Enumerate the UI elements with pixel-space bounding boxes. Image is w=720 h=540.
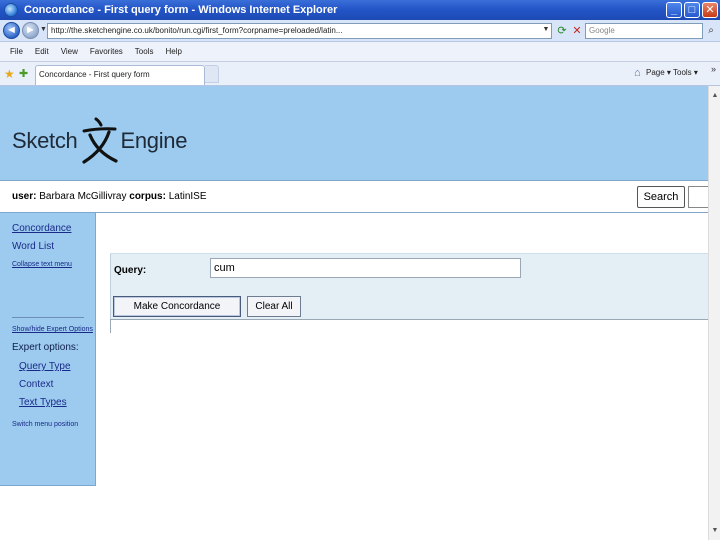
favorites-star-icon[interactable]: ★ [4,67,15,81]
show-hide-expert-options-link[interactable]: Show/hide Expert Options [12,326,93,333]
scroll-up-arrow-icon[interactable]: ▲ [710,91,720,101]
switch-menu-position-link[interactable]: Switch menu position [12,421,78,428]
sidebar-item-query-type[interactable]: Query Type [19,361,71,372]
new-tab-button[interactable] [205,65,219,83]
sidebar-item-text-types[interactable]: Text Types [19,397,67,408]
logo-word-engine: Engine [120,128,188,153]
sidebar-item-concordance[interactable]: Concordance [12,223,71,234]
corpus-label: corpus: [129,191,166,202]
query-label: Query: [114,265,147,276]
sketch-engine-header: Sketch Engine [0,86,708,180]
recent-pages-dropdown-icon[interactable]: ▼ [40,26,47,33]
menu-view[interactable]: View [61,47,78,56]
window-title: Concordance - First query form - Windows… [24,4,338,16]
menu-tools[interactable]: Tools [135,47,154,56]
sidebar-divider [12,317,84,318]
minimize-button[interactable]: _ [666,2,682,18]
collapse-text-menu-link[interactable]: Collapse text menu [12,261,72,268]
back-arrow-icon[interactable]: ◄ [3,22,20,39]
stop-icon[interactable]: ✕ [570,24,584,38]
logo-word-sketch: Sketch [12,128,78,153]
sketch-engine-logo[interactable]: Sketch Engine [12,116,187,166]
sidebar: Concordance Word List Collapse text menu… [0,213,96,486]
tab-bar: ★ ✚ Concordance - First query form ⌂ Pag… [0,62,720,86]
menu-edit[interactable]: Edit [35,47,49,56]
maximize-button[interactable]: □ [684,2,700,18]
internet-explorer-icon [4,3,18,17]
form-left-border [110,254,111,320]
menu-help[interactable]: Help [165,47,181,56]
window-title-bar[interactable]: Concordance - First query form - Windows… [0,0,720,20]
tab-concordance[interactable]: Concordance - First query form [35,65,205,85]
more-tools-chevron-icon[interactable]: » [711,64,716,74]
scroll-down-arrow-icon[interactable]: ▼ [710,526,720,536]
browser-search-input[interactable]: Google [585,23,703,39]
query-input[interactable] [210,258,521,278]
address-toolbar: ◄ ► ▼ http://the.sketchengine.co.uk/boni… [0,20,720,42]
page-viewport: Sketch Engine user: Barbara McGillivray … [0,86,708,540]
user-name: Barbara McGillivray [39,191,127,202]
forward-arrow-icon[interactable]: ► [22,22,39,39]
corpus-name: LatinISE [168,191,207,202]
user-corpus-info: user: Barbara McGillivray corpus: LatinI… [12,191,207,202]
menu-file[interactable]: File [10,47,23,56]
clear-all-button[interactable]: Clear All [247,296,301,317]
close-button[interactable]: ✕ [702,2,718,18]
sidebar-item-word-list[interactable]: Word List [12,241,54,252]
address-dropdown-icon[interactable]: ▼ [541,24,551,36]
search-button[interactable]: Search [637,186,685,208]
page-tools-menu[interactable]: Page ▾ Tools ▾ [646,68,698,77]
add-favorites-icon[interactable]: ✚ [19,67,28,80]
address-input[interactable]: http://the.sketchengine.co.uk/bonito/run… [47,23,552,39]
user-bar: user: Barbara McGillivray corpus: LatinI… [0,180,708,213]
wen-character-logo-icon [82,117,119,164]
refresh-icon[interactable]: ⟳ [555,24,569,38]
home-icon[interactable]: ⌂ [634,67,641,79]
menu-bar: File Edit View Favorites Tools Help [0,42,720,62]
menu-favorites[interactable]: Favorites [90,47,123,56]
site-search-input[interactable] [688,186,708,208]
search-magnifier-icon[interactable]: ⌕ [704,23,718,39]
query-form: Query: Make Concordance Clear All [110,253,708,320]
window-controls: _ □ ✕ [666,2,718,18]
form-corner-stem [110,319,111,333]
vertical-scrollbar[interactable]: ▲ ▼ [708,86,720,540]
user-label: user: [12,191,37,202]
expert-options-heading: Expert options: [12,342,79,353]
form-bottom-border [110,319,708,320]
sidebar-item-context[interactable]: Context [19,379,53,390]
make-concordance-button[interactable]: Make Concordance [113,296,241,317]
